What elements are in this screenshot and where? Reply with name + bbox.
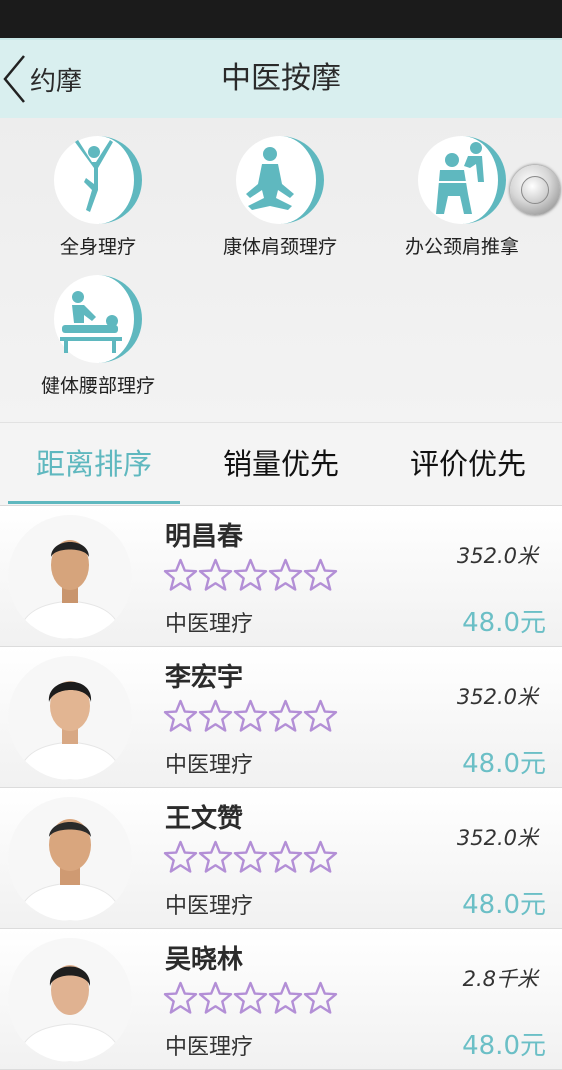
rating-stars — [163, 558, 338, 592]
star-icon — [303, 699, 338, 732]
active-tab-indicator — [8, 501, 180, 504]
star-icon — [163, 981, 198, 1014]
status-bar — [0, 0, 562, 38]
star-icon — [198, 981, 233, 1014]
avatar — [8, 515, 132, 639]
therapist-name: 明昌春 — [165, 522, 244, 552]
therapist-category: 中医理疗 — [165, 612, 254, 637]
therapist-name: 吴晓林 — [165, 945, 244, 975]
star-icon — [233, 699, 268, 732]
therapist-price: 48.0元 — [462, 1031, 546, 1061]
therapist-distance: 352.0米 — [456, 544, 538, 568]
therapist-price: 48.0元 — [462, 749, 546, 779]
person-massage-shoulder-icon — [418, 136, 506, 224]
category-label: 康体肩颈理疗 — [222, 236, 337, 258]
tab-sales[interactable]: 销量优先 — [188, 423, 374, 505]
star-icon — [268, 558, 303, 591]
category-label: 全身理疗 — [59, 236, 136, 258]
star-icon — [163, 558, 198, 591]
star-icon — [303, 981, 338, 1014]
therapist-price: 48.0元 — [462, 890, 546, 920]
category-grid: 全身理疗 康体肩颈理疗 办公颈肩推拿 健体腰部理疗 — [0, 118, 562, 422]
avatar — [8, 938, 132, 1062]
avatar — [8, 797, 132, 921]
therapist-name: 李宏宇 — [165, 663, 244, 693]
star-icon — [233, 840, 268, 873]
category-label: 健体腰部理疗 — [40, 375, 155, 397]
rating-stars — [163, 840, 338, 874]
therapist-name: 王文赞 — [165, 804, 244, 834]
tab-distance[interactable]: 距离排序 — [0, 423, 188, 505]
star-icon — [198, 840, 233, 873]
person-massage-back-icon — [54, 275, 142, 363]
back-button[interactable]: 约摩 — [0, 40, 82, 118]
top-bar: 约摩 中医按摩 — [0, 38, 562, 118]
page-title: 中医按摩 — [221, 61, 341, 96]
star-icon — [163, 840, 198, 873]
category-neck-shoulder[interactable]: 康体肩颈理疗 — [187, 132, 373, 259]
category-waist[interactable]: 健体腰部理疗 — [5, 271, 191, 398]
star-icon — [268, 840, 303, 873]
rating-stars — [163, 981, 338, 1015]
back-label: 约摩 — [30, 66, 83, 97]
therapist-row[interactable]: 李宏宇 中医理疗 352.0米 48.0元 — [0, 647, 562, 788]
therapist-distance: 352.0米 — [456, 826, 538, 850]
person-meditation-icon — [236, 136, 324, 224]
tab-rating[interactable]: 评价优先 — [374, 423, 562, 505]
star-icon — [303, 558, 338, 591]
category-whole-body[interactable]: 全身理疗 — [5, 132, 191, 259]
star-icon — [303, 840, 338, 873]
therapist-category: 中医理疗 — [165, 1035, 254, 1060]
category-label: 办公颈肩推拿 — [404, 236, 519, 258]
rating-stars — [163, 699, 338, 733]
person-yoga-icon — [54, 136, 142, 224]
star-icon — [233, 558, 268, 591]
star-icon — [163, 699, 198, 732]
star-icon — [268, 981, 303, 1014]
therapist-category: 中医理疗 — [165, 753, 254, 778]
chevron-left-icon — [3, 55, 25, 103]
therapist-distance: 352.0米 — [456, 685, 538, 709]
therapist-category: 中医理疗 — [165, 894, 254, 919]
star-icon — [198, 558, 233, 591]
floating-assistive-button[interactable] — [510, 165, 560, 215]
sort-tabs: 距离排序 销量优先 评价优先 — [0, 422, 562, 506]
star-icon — [198, 699, 233, 732]
star-icon — [268, 699, 303, 732]
therapist-distance: 2.8千米 — [462, 967, 538, 991]
therapist-price: 48.0元 — [462, 608, 546, 638]
star-icon — [233, 981, 268, 1014]
therapist-row[interactable]: 明昌春 中医理疗 352.0米 48.0元 — [0, 506, 562, 647]
therapist-row[interactable]: 王文赞 中医理疗 352.0米 48.0元 — [0, 788, 562, 929]
avatar — [8, 656, 132, 780]
